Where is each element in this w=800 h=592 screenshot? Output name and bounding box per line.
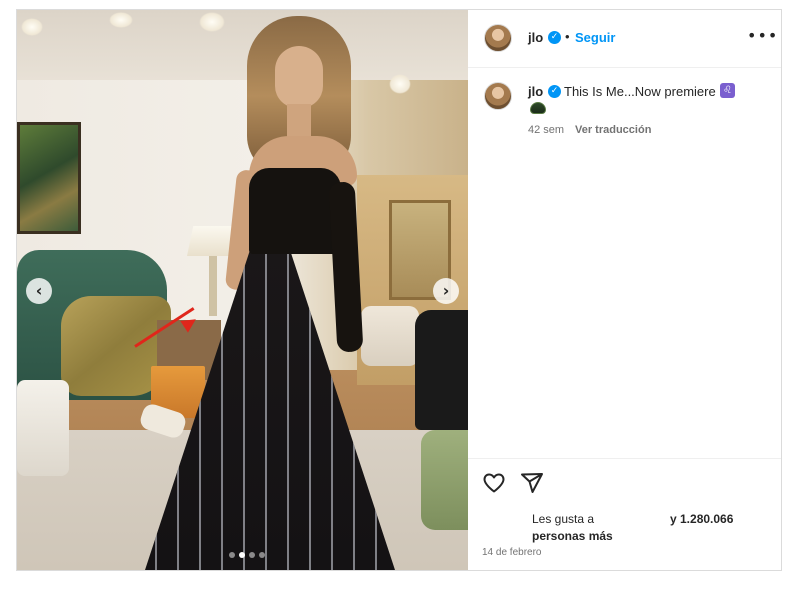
- instagram-post: ‹ › jlo ✓ • Seguir ••• jlo ✓ This Is Me.…: [16, 9, 782, 571]
- more-options-icon[interactable]: •••: [747, 26, 778, 45]
- photo-ceiling: [17, 10, 468, 80]
- post-header: jlo ✓ • Seguir •••: [468, 10, 781, 68]
- ceiling-light: [199, 12, 225, 32]
- caption-time[interactable]: 42 sem: [528, 124, 564, 136]
- photo-ottoman: [17, 380, 69, 476]
- carousel-dots: [229, 552, 265, 558]
- action-bar-divider: [468, 458, 781, 460]
- likes-text: Les gusta a: [532, 512, 595, 526]
- send-icon[interactable]: [520, 471, 544, 495]
- emoji-icon: [530, 102, 546, 114]
- likes-text-suffix[interactable]: personas más: [532, 529, 613, 543]
- chevron-left-icon: ‹: [35, 281, 43, 300]
- caption-text: This Is Me...Now premiere: [564, 84, 716, 99]
- caption-username[interactable]: jlo: [528, 84, 543, 99]
- heart-icon[interactable]: [482, 471, 506, 495]
- photo-lamp-base: [209, 256, 217, 316]
- carousel-dot: [249, 552, 255, 558]
- carousel-dot-active: [239, 552, 245, 558]
- photo-armchair: [361, 306, 419, 366]
- post-date[interactable]: 14 de febrero: [482, 547, 542, 558]
- chevron-right-icon: ›: [442, 281, 450, 300]
- carousel-dot: [259, 552, 265, 558]
- gown-bodice: [249, 168, 341, 254]
- likes-count[interactable]: y 1.280.066: [670, 512, 733, 526]
- ceiling-light: [21, 18, 43, 36]
- ceiling-light: [109, 12, 133, 28]
- photo-green-seat: [421, 430, 468, 530]
- carousel-dot: [229, 552, 235, 558]
- verified-badge-icon: ✓: [548, 31, 561, 44]
- leo-emoji-icon: ♌: [720, 83, 735, 98]
- post-media[interactable]: ‹ ›: [17, 10, 468, 570]
- photo-person-background: [415, 310, 468, 430]
- ceiling-light: [389, 74, 411, 94]
- header-username[interactable]: jlo: [528, 30, 543, 45]
- woman-face: [275, 46, 323, 108]
- follow-button[interactable]: Seguir: [575, 30, 615, 45]
- wall-painting: [17, 122, 81, 234]
- caption-avatar[interactable]: [484, 82, 512, 110]
- verified-badge-icon: ✓: [548, 85, 561, 98]
- carousel-prev-button[interactable]: ‹: [26, 278, 52, 304]
- carousel-next-button[interactable]: ›: [433, 278, 459, 304]
- header-separator: •: [565, 29, 570, 44]
- post-side-panel: jlo ✓ • Seguir ••• jlo ✓ This Is Me...No…: [468, 10, 781, 570]
- avatar[interactable]: [484, 24, 512, 52]
- see-translation-link[interactable]: Ver traducción: [575, 124, 651, 136]
